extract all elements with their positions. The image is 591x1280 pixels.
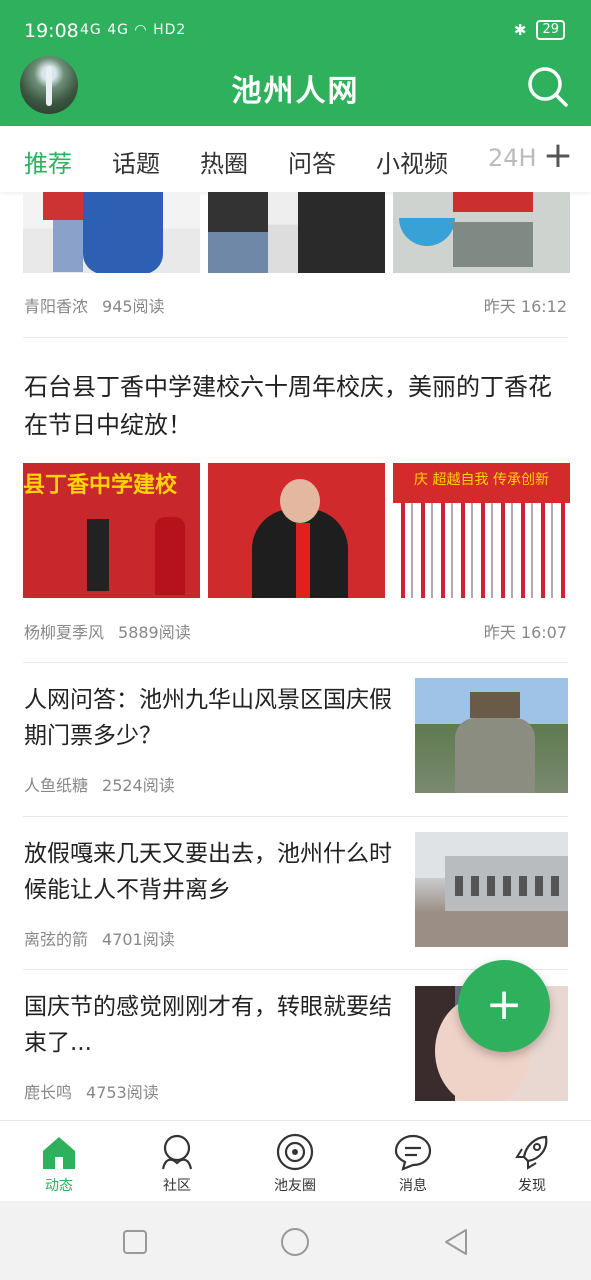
article-image[interactable]: 庆 超越自我 传承创新 [393,463,570,598]
nav-item-feed[interactable]: 动态 [9,1133,109,1195]
tab-24h[interactable]: 24H [488,144,537,172]
article-image[interactable] [415,678,568,793]
article-meta: 鹿长鸣 4753阅读 [24,1079,159,1103]
rocket-icon [515,1135,548,1170]
article-title[interactable]: 石台县丁香中学建校六十周年校庆，美丽的丁香花在节日中绽放！ [24,368,569,444]
community-icon [161,1134,193,1170]
article-title[interactable]: 人网问答：池州九华山风景区国庆假期门票多少？ [24,682,394,754]
author: 离弦的箭 [24,930,89,949]
nav-item-discover[interactable]: 发现 [482,1133,582,1195]
nav-item-friends-circle[interactable]: 池友圈 [245,1133,345,1195]
status-bar: 19:08 4G 4G ◠ HD2 ✱ 29 [0,0,591,60]
back-icon[interactable] [442,1227,470,1257]
recent-apps-icon[interactable] [122,1229,148,1255]
article-image[interactable] [415,832,568,947]
add-tab-button[interactable]: + [543,136,573,176]
article-image[interactable] [208,192,385,273]
article-image[interactable] [208,463,385,598]
article-image[interactable] [23,192,200,273]
timestamp: 昨天 16:12 [483,297,567,316]
nav-item-messages[interactable]: 消息 [363,1133,463,1195]
article-meta: 人鱼纸糖 2524阅读 [24,772,175,796]
app-header: 19:08 4G 4G ◠ HD2 ✱ 29 池州人网 [0,0,591,126]
article-meta: 离弦的箭 4701阅读 [24,926,175,950]
author: 鹿长鸣 [24,1083,73,1102]
author: 青阳香浓 [24,297,89,316]
tab-short-video[interactable]: 小视频 [376,144,448,179]
search-icon[interactable] [525,64,569,108]
article-meta: 青阳香浓 945阅读 [24,293,165,317]
read-count: 945阅读 [102,297,165,316]
battery-icon: 29 [536,20,565,40]
nav-item-community[interactable]: 社区 [127,1133,227,1195]
divider [23,816,568,817]
app-title: 池州人网 [231,74,360,109]
signal-indicator: 4G 4G ◠ HD2 [80,22,187,38]
article-image[interactable] [393,192,570,273]
article-images[interactable]: 县丁香中学建校 庆 超越自我 传承创新 [23,463,570,598]
wifi-icon: ◠ [134,22,148,38]
author: 人鱼纸糖 [24,776,89,795]
read-count: 2524阅读 [102,776,175,795]
category-tabs: 推荐 话题 热圈 问答 小视频 24H + [0,126,591,192]
read-count: 4753阅读 [86,1083,159,1102]
read-count: 4701阅读 [102,930,175,949]
home-button-icon[interactable] [280,1227,310,1257]
divider [23,337,568,338]
timestamp: 昨天 16:07 [483,623,567,642]
article-title[interactable]: 放假嘎来几天又要出去，池州什么时候能让人不背井离乡 [24,836,394,908]
article-image[interactable]: 县丁香中学建校 [23,463,200,598]
read-count: 5889阅读 [118,623,191,642]
home-icon [43,1137,75,1169]
tab-qa[interactable]: 问答 [288,144,336,179]
create-post-button[interactable]: + [458,960,550,1052]
article-meta: 杨柳夏季风 5889阅读 [24,619,191,643]
bottom-nav: 动态 社区 池友圈 消息 发现 [0,1120,591,1201]
hd-indicator: HD2 [153,22,187,38]
article-images[interactable] [23,192,570,273]
tab-recommend[interactable]: 推荐 [24,144,72,179]
status-time: 19:08 [24,20,79,42]
article-title[interactable]: 国庆节的感觉刚刚才有，转眼就要结束了... [24,989,394,1061]
divider [23,662,568,663]
message-icon [394,1134,432,1171]
author: 杨柳夏季风 [24,623,105,642]
bluetooth-icon: ✱ [513,21,527,39]
circle-icon [276,1133,314,1171]
tab-topics[interactable]: 话题 [112,144,160,179]
tab-hot-circle[interactable]: 热圈 [200,144,248,179]
system-nav-bar [0,1201,591,1280]
